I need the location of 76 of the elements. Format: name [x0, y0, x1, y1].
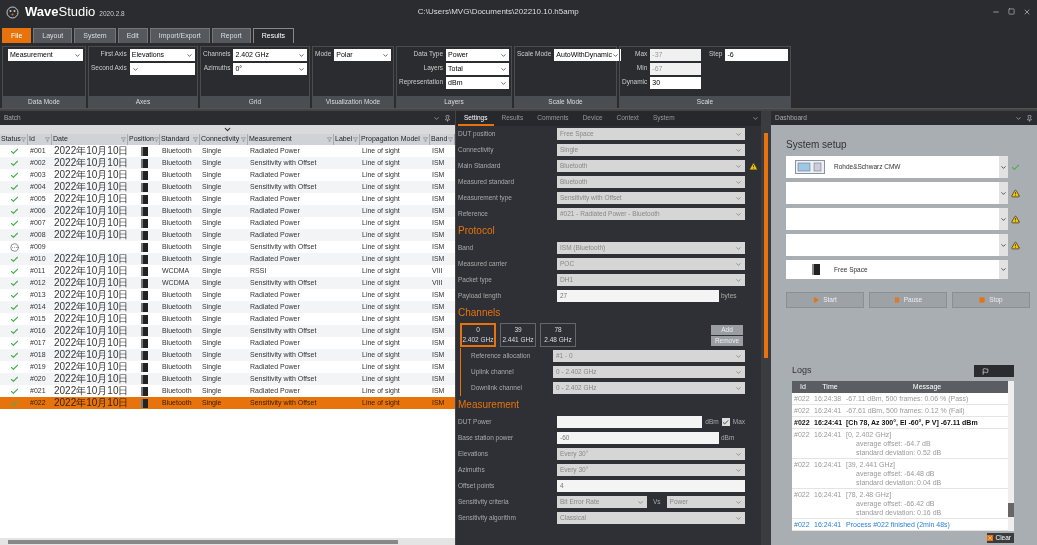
pause-icon	[893, 297, 900, 303]
table-cell: 2022年10月10日	[54, 289, 129, 300]
table-cell: 2022年10月10日	[54, 157, 129, 168]
table-cell: 2022年10月10日	[54, 253, 129, 264]
filter-icon[interactable]	[153, 137, 159, 142]
table-cell: 2022年10月10日	[54, 301, 129, 312]
checkbox[interactable]	[721, 418, 730, 426]
phone-icon	[811, 264, 820, 275]
menu-icon[interactable]	[1015, 114, 1022, 122]
caret-icon	[1000, 266, 1007, 273]
logo-icon	[6, 5, 19, 19]
table-cell: 2022年10月10日	[54, 385, 129, 396]
section-heading: System setup	[786, 138, 848, 152]
play-icon	[813, 297, 820, 303]
table-cell: 2022年10月10日	[54, 145, 129, 156]
caret-icon	[637, 498, 644, 506]
table-cell: 2022年10月10日	[54, 277, 129, 288]
section-heading: Protocol	[457, 224, 496, 238]
table-cell: 2022年10月10日	[54, 325, 129, 336]
filter-icon[interactable]	[327, 137, 332, 142]
horizontal-scrollbar[interactable]	[0, 538, 455, 545]
caret-icon	[1000, 189, 1007, 197]
close-icon	[987, 535, 994, 541]
section-heading: Channels	[457, 306, 502, 320]
table-cell: 2022年10月10日	[54, 349, 129, 360]
pin-icon[interactable]	[444, 114, 451, 122]
close-icon[interactable]	[1023, 8, 1031, 16]
caret-icon	[131, 65, 139, 73]
logs-title: Logs	[792, 363, 812, 377]
table-cell: 2022年10月10日	[54, 181, 129, 192]
filter-icon[interactable]	[121, 137, 126, 142]
dropdown[interactable]	[129, 63, 195, 75]
maximize-icon[interactable]	[1008, 8, 1015, 15]
menu-icon[interactable]	[752, 115, 759, 122]
table-cell: 2022年10月10日	[54, 361, 129, 372]
pin-icon[interactable]	[1026, 114, 1033, 122]
stop-icon	[979, 297, 986, 303]
vertical-scrollbar[interactable]	[761, 111, 771, 545]
caret-icon	[1000, 215, 1007, 223]
app-name: WaveStudio	[25, 3, 96, 22]
pending-icon	[9, 242, 19, 252]
filter-icon[interactable]	[241, 137, 246, 142]
filter-icon[interactable]	[193, 137, 198, 142]
filter-icon[interactable]	[353, 137, 358, 142]
window-title: C:\Users\MVG\Documents\202210.10.h5amp	[416, 6, 580, 18]
caret-icon	[1000, 163, 1007, 171]
device-dropdown[interactable]	[786, 208, 1008, 230]
filter-icon[interactable]	[448, 137, 453, 142]
table-cell: 2022年10月10日	[54, 217, 129, 228]
section-heading: Measurement	[457, 398, 521, 412]
table-cell: 2022年10月10日	[54, 229, 129, 240]
table-cell: 2022年10月10日	[54, 193, 129, 204]
input-field[interactable]	[557, 416, 703, 428]
table-cell: 2022年10月10日	[54, 373, 129, 384]
table-cell: 2022年10月10日	[54, 169, 129, 180]
caret-icon	[382, 51, 389, 59]
table-cell: 2022年10月10日	[54, 205, 129, 216]
table-cell: 2022年10月10日	[54, 313, 129, 324]
vertical-scrollbar[interactable]	[1008, 381, 1014, 531]
filter-icon[interactable]	[45, 137, 50, 142]
filter-icon[interactable]	[423, 137, 428, 142]
caret-icon	[1000, 241, 1007, 249]
table-cell: 2022年10月10日	[54, 397, 129, 408]
menu-icon[interactable]	[433, 114, 440, 122]
filter-icon[interactable]	[21, 137, 26, 142]
caret-icon	[186, 51, 193, 59]
table-cell: 2022年10月10日	[54, 337, 129, 348]
flag-button[interactable]	[974, 365, 1014, 377]
table-cell: 2022年10月10日	[54, 265, 129, 276]
device-dropdown[interactable]	[786, 182, 1008, 204]
minimize-icon[interactable]	[992, 8, 1000, 16]
device-dropdown[interactable]	[786, 234, 1008, 256]
expand-icon[interactable]	[223, 125, 232, 134]
caret-icon	[74, 51, 81, 59]
flag-icon	[982, 367, 989, 375]
instrument-icon	[795, 160, 825, 174]
